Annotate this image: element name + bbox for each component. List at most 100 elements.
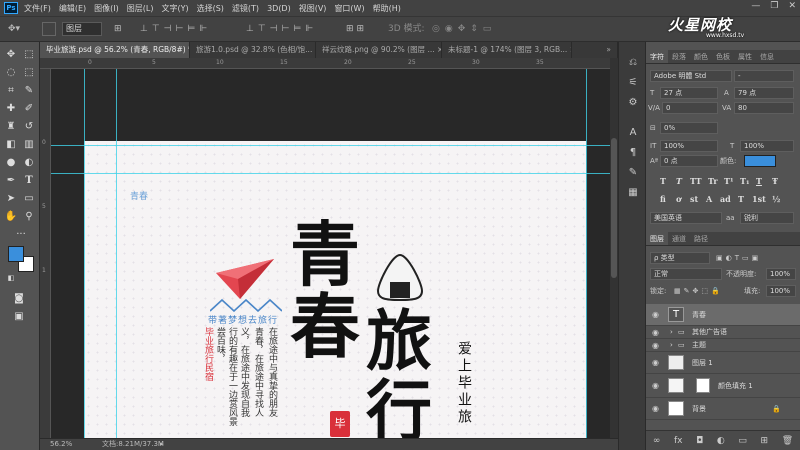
text-color-swatch[interactable] bbox=[744, 155, 776, 167]
faux-bold-icon[interactable]: T bbox=[660, 176, 666, 186]
layer-name[interactable]: 青春 bbox=[692, 304, 706, 326]
eyedropper-tool-icon[interactable]: ✎ bbox=[22, 84, 36, 97]
auto-select-target[interactable]: 图层 bbox=[62, 22, 102, 36]
move-tool-icon[interactable]: ✥ bbox=[4, 48, 18, 61]
stamp-tool-icon[interactable]: ♜ bbox=[4, 120, 18, 133]
tab-layers[interactable]: 图层 bbox=[646, 232, 668, 245]
adjustment-icon[interactable]: ◐ bbox=[717, 436, 725, 446]
blend-mode-select[interactable]: 正常 bbox=[650, 268, 722, 280]
tab-paths[interactable]: 路径 bbox=[690, 232, 712, 245]
font-size-field[interactable]: 27 点 bbox=[660, 87, 718, 99]
tab-xiangyun[interactable]: 祥云纹路.png @ 90.2% (图层 ... × bbox=[316, 42, 442, 58]
visibility-eye-icon[interactable]: ◉ bbox=[652, 304, 659, 326]
horizontal-scale-field[interactable]: 100% bbox=[740, 140, 794, 152]
menu-edit[interactable]: 编辑(E) bbox=[59, 3, 86, 14]
baseline-field[interactable]: 0 点 bbox=[660, 155, 718, 167]
history-icon[interactable]: ⎌ bbox=[626, 56, 640, 70]
subscript-icon[interactable]: T₁ bbox=[740, 176, 749, 186]
distribute-spacing-buttons[interactable]: ⊞⊞ bbox=[346, 22, 367, 36]
big-char-qing[interactable]: 青 bbox=[290, 219, 360, 291]
type-tool-icon[interactable]: T bbox=[22, 174, 36, 187]
tab-swatches[interactable]: 色板 bbox=[712, 50, 734, 63]
close-button[interactable]: ✕ bbox=[788, 1, 796, 11]
tab-paragraph[interactable]: 段落 bbox=[668, 50, 690, 63]
visibility-eye-icon[interactable]: ◉ bbox=[652, 352, 659, 374]
big-char-chun[interactable]: 春 bbox=[290, 291, 360, 363]
distribute-buttons[interactable]: ⊥⊤⊣⊢⊨⊩ bbox=[246, 22, 317, 36]
antialias-select[interactable]: 锐利 bbox=[740, 212, 794, 224]
canvas-area[interactable]: 青春 带著梦想去旅行 毕业旅行民宿 尝百味， 行的有趣在于一边赏风景 义，在旅途… bbox=[51, 69, 610, 438]
fill-field[interactable]: 100% bbox=[766, 285, 796, 297]
visibility-eye-icon[interactable]: ◉ bbox=[652, 339, 659, 352]
big-char-xing[interactable]: 行 bbox=[366, 377, 432, 438]
layer-row-color-fill[interactable]: ◉ 颜色填充 1 bbox=[646, 374, 800, 398]
tab-info[interactable]: 信息 bbox=[756, 50, 778, 63]
rectangle-tool-icon[interactable]: ▭ bbox=[22, 192, 36, 205]
visibility-eye-icon[interactable]: ◉ bbox=[652, 326, 659, 339]
superscript-icon[interactable]: T¹ bbox=[724, 176, 733, 186]
menu-layer[interactable]: 图层(L) bbox=[127, 3, 154, 14]
layer-name[interactable]: 图层 1 bbox=[692, 352, 713, 374]
titling-icon[interactable]: ad bbox=[720, 194, 731, 204]
layer-name[interactable]: 背景 bbox=[692, 398, 706, 420]
paragraph-panel-icon[interactable]: ¶ bbox=[626, 146, 640, 160]
big-char-lv[interactable]: 旅 bbox=[366, 307, 432, 375]
font-family-select[interactable]: Adobe 明體 Std bbox=[650, 70, 732, 82]
contextual-icon[interactable]: T bbox=[738, 194, 744, 204]
stylistic-alt-icon[interactable]: st bbox=[690, 194, 698, 204]
3d-mode-icons[interactable]: ◎◉✥⇕▭ bbox=[432, 22, 496, 36]
brush-tool-icon[interactable]: ✐ bbox=[22, 102, 36, 115]
underline-icon[interactable]: T bbox=[756, 176, 762, 186]
zoom-tool-icon[interactable]: ⚲ bbox=[22, 210, 36, 223]
all-caps-icon[interactable]: TT bbox=[690, 176, 702, 186]
layer-name[interactable]: 主题 bbox=[692, 339, 706, 352]
visibility-eye-icon[interactable]: ◉ bbox=[652, 398, 659, 420]
move-tool-icon[interactable]: ✥▾ bbox=[8, 22, 20, 36]
healing-tool-icon[interactable]: ✚ bbox=[4, 102, 18, 115]
language-select[interactable]: 美国英语 bbox=[650, 212, 722, 224]
menu-image[interactable]: 图像(I) bbox=[94, 3, 119, 14]
layer-name[interactable]: 其他广告语 bbox=[692, 326, 727, 339]
leading-field[interactable]: 79 点 bbox=[734, 87, 794, 99]
history-brush-icon[interactable]: ↺ bbox=[22, 120, 36, 133]
lasso-tool-icon[interactable]: ◌ bbox=[4, 66, 18, 79]
layer-row-qita[interactable]: ◉ › ▭ 其他广告语 bbox=[646, 326, 800, 339]
minimize-button[interactable]: — bbox=[751, 1, 760, 11]
character-panel-icon[interactable]: A bbox=[626, 126, 640, 140]
mask-icon[interactable]: ◘ bbox=[696, 436, 703, 446]
layer-row-qingchun[interactable]: ◉ T 青春 bbox=[646, 304, 800, 326]
expand-chevron-icon[interactable]: › bbox=[670, 326, 673, 339]
small-title-qingchun[interactable]: 青春 bbox=[130, 189, 148, 202]
path-select-icon[interactable]: ➤ bbox=[4, 192, 18, 205]
eraser-tool-icon[interactable]: ◧ bbox=[4, 138, 18, 151]
adjust-icon[interactable]: ⚙ bbox=[626, 96, 640, 110]
status-menu-icon[interactable]: ▸ bbox=[160, 439, 164, 450]
kerning-field[interactable]: 0 bbox=[662, 102, 718, 114]
dodge-tool-icon[interactable]: ◐ bbox=[22, 156, 36, 169]
menu-select[interactable]: 选择(S) bbox=[197, 3, 224, 14]
marquee-tool-icon[interactable]: ⬚ bbox=[22, 66, 36, 79]
tab-untitled[interactable]: 未标题-1 @ 174% (图层 3, RGB... × bbox=[442, 42, 572, 58]
new-layer-icon[interactable]: ⊞ bbox=[761, 436, 769, 446]
restore-button[interactable]: ❐ bbox=[770, 1, 778, 11]
menu-view[interactable]: 视图(V) bbox=[299, 3, 327, 14]
tabs-overflow-icon[interactable]: » bbox=[572, 42, 618, 58]
vertical-scrollbar[interactable] bbox=[610, 58, 618, 438]
layer-row-zhuti[interactable]: ◉ › ▭ 主题 bbox=[646, 339, 800, 352]
quick-mask-icon[interactable]: ◙ bbox=[12, 292, 26, 305]
more-tools-icon[interactable]: ··· bbox=[14, 228, 28, 241]
layer-filter-icons[interactable]: ▣◐T▭▣ bbox=[716, 252, 761, 264]
trash-icon[interactable]: 🗑 bbox=[782, 436, 793, 446]
layer-row-background[interactable]: ◉ 背景 🔒 bbox=[646, 398, 800, 420]
ligature-icon[interactable]: fi bbox=[660, 194, 666, 204]
strikethrough-icon[interactable]: Ŧ bbox=[772, 176, 778, 186]
tab-properties[interactable]: 属性 bbox=[734, 50, 756, 63]
vertical-scale-field[interactable]: 100% bbox=[660, 140, 718, 152]
layer-filter-select[interactable]: ρ 类型 bbox=[650, 252, 710, 264]
scrollbar-thumb[interactable] bbox=[611, 138, 617, 278]
layer-name[interactable]: 颜色填充 1 bbox=[718, 374, 753, 398]
tab-color[interactable]: 颜色 bbox=[690, 50, 712, 63]
visibility-eye-icon[interactable]: ◉ bbox=[652, 374, 659, 398]
fraction-icon[interactable]: ½ bbox=[772, 194, 780, 204]
foreground-color-swatch[interactable] bbox=[8, 246, 24, 262]
